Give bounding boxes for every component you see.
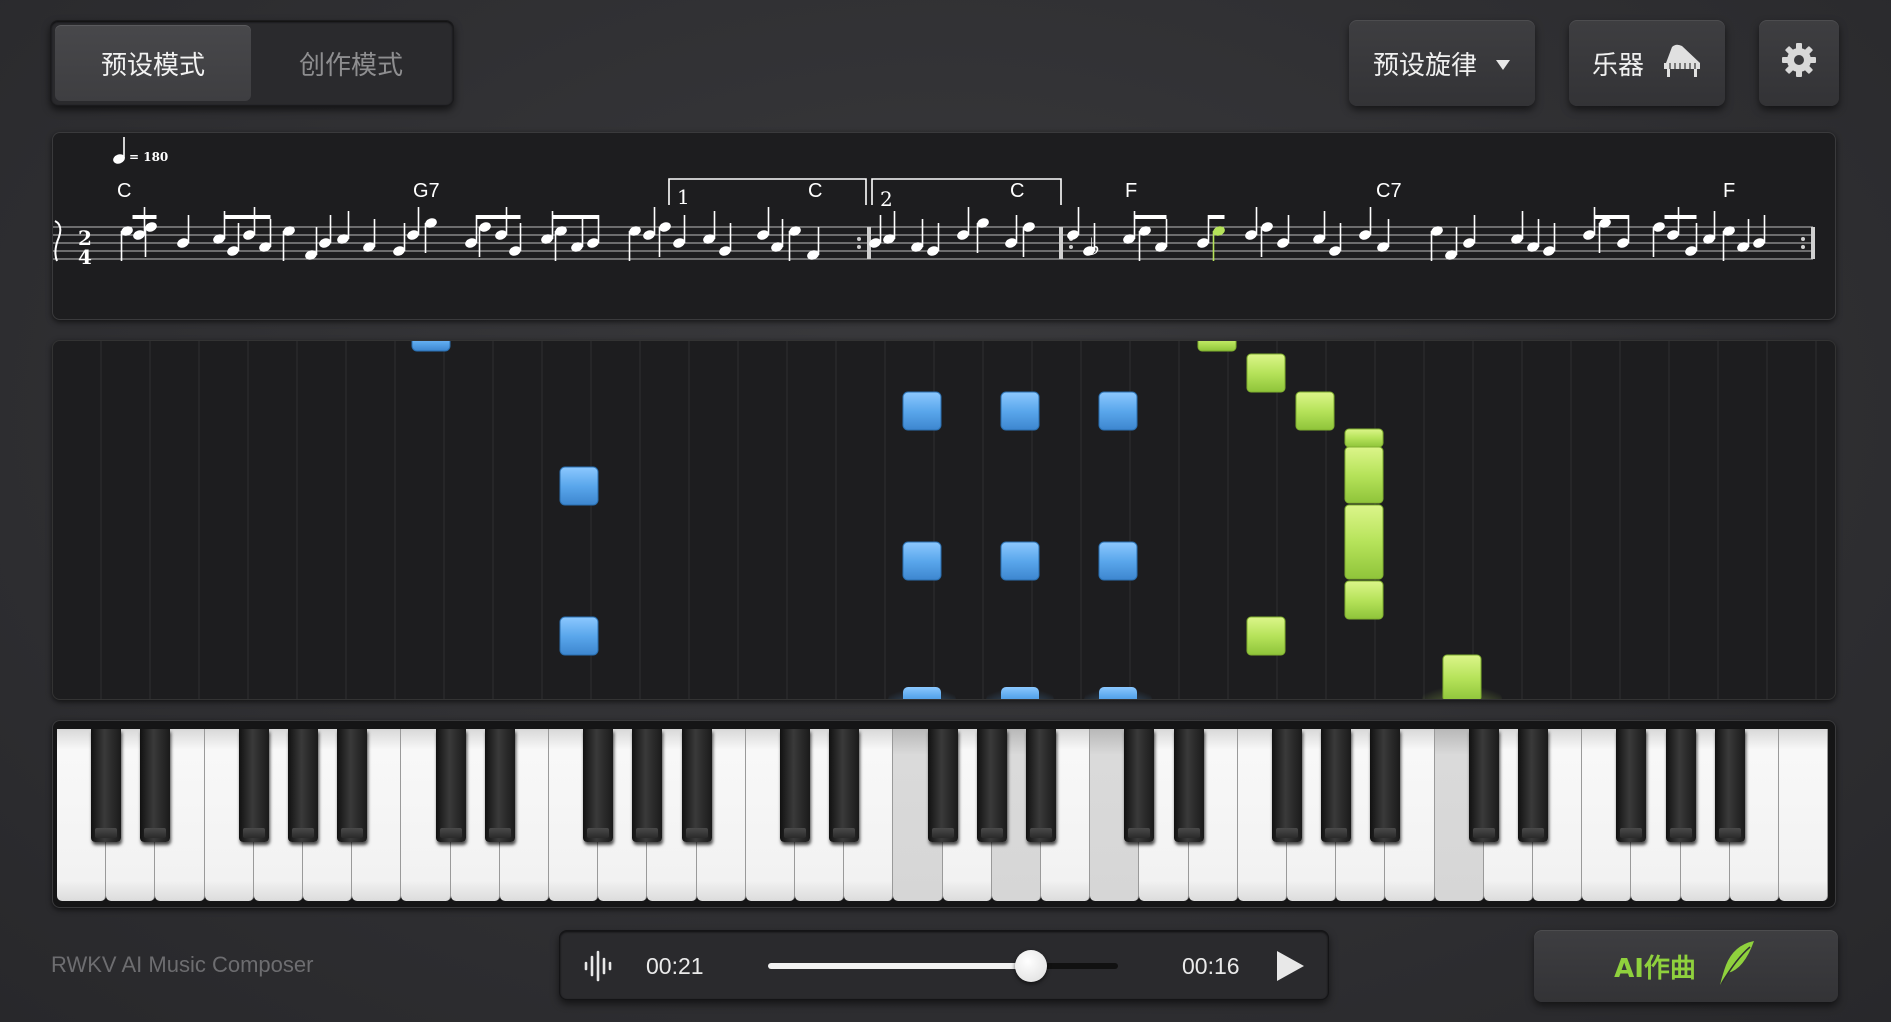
black-key[interactable]: [91, 729, 122, 842]
piano-keyboard[interactable]: [52, 720, 1836, 908]
roll-note-blue: [1098, 541, 1138, 581]
black-key[interactable]: [435, 729, 466, 842]
play-icon[interactable]: [1274, 949, 1306, 987]
chord-label: C: [808, 180, 822, 202]
roll-note-green: [1344, 504, 1384, 580]
roll-note-blue: [902, 541, 942, 581]
black-key[interactable]: [1370, 729, 1401, 842]
waveform-icon[interactable]: [582, 949, 616, 987]
black-key[interactable]: [1026, 729, 1056, 842]
instrument-label: 乐器: [1591, 50, 1644, 81]
roll-note-blue: [559, 616, 599, 656]
roll-note-green: [1344, 580, 1384, 620]
roll-note-blue: [411, 341, 451, 352]
black-key[interactable]: [780, 729, 810, 842]
roll-note-blue: [902, 391, 942, 431]
volta-number: 2: [880, 187, 893, 211]
roll-note-blue: [1000, 391, 1040, 431]
tab-preset-mode[interactable]: 预设模式: [55, 25, 251, 101]
black-key[interactable]: [1321, 729, 1352, 842]
sheet-music-panel: = 180 C G7 C C F C7 F 1 2 2 4: [52, 132, 1836, 320]
roll-note-green: [1344, 428, 1384, 448]
roll-note-green: [1344, 446, 1384, 504]
black-key[interactable]: [140, 729, 171, 842]
triangle-down-icon: [1495, 48, 1511, 78]
black-key[interactable]: [1173, 729, 1204, 842]
roll-note-green: [1246, 616, 1286, 656]
preset-melody-dropdown[interactable]: 预设旋律: [1349, 20, 1535, 106]
progress-track[interactable]: [768, 950, 1118, 982]
remaining-time: 00:16: [1182, 953, 1240, 979]
roll-note-blue: [903, 687, 941, 699]
progress-thumb[interactable]: [1014, 950, 1047, 982]
roll-note-blue: [1000, 541, 1040, 581]
roll-note-green: [1197, 341, 1237, 352]
chord-label: C7: [1376, 180, 1402, 202]
black-key[interactable]: [1616, 729, 1647, 842]
roll-note-green: [1246, 353, 1286, 393]
black-key[interactable]: [1272, 729, 1302, 842]
black-key[interactable]: [829, 729, 860, 842]
instrument-button[interactable]: 乐器: [1569, 20, 1725, 106]
progress-fill: [768, 963, 1031, 969]
ai-compose-button[interactable]: AI作曲: [1534, 930, 1838, 1002]
roll-note-blue: [1098, 391, 1138, 431]
app-brand: RWKV AI Music Composer: [51, 952, 314, 977]
piano-roll: [52, 340, 1836, 700]
chord-label: F: [1125, 180, 1137, 202]
playback-bar: 00:21 00:16: [559, 930, 1329, 1000]
grand-piano-icon: [1662, 43, 1702, 84]
preset-melody-label: 预设旋律: [1372, 50, 1477, 81]
black-key[interactable]: [1518, 729, 1548, 842]
roll-gridlines: [100, 341, 1817, 699]
current-time: 00:21: [646, 953, 704, 979]
black-key[interactable]: [288, 729, 318, 842]
black-key[interactable]: [632, 729, 663, 842]
tempo-text: = 180: [129, 150, 168, 164]
roll-note-green: [1442, 654, 1482, 699]
settings-button[interactable]: [1759, 20, 1839, 106]
black-key[interactable]: [484, 729, 515, 842]
chord-label: C: [1010, 180, 1024, 202]
sheet-music: = 180 C G7 C C F C7 F 1 2 2 4: [53, 137, 1815, 269]
chord-label: C: [117, 180, 131, 202]
roll-note-green: [1295, 391, 1335, 431]
roll-notes: [411, 341, 1502, 699]
tempo-mark: = 180: [113, 137, 168, 164]
black-key[interactable]: [1124, 729, 1155, 842]
chord-label: G7: [413, 180, 440, 202]
ai-compose-label: AI作曲: [1614, 953, 1696, 984]
roll-note-blue: [1099, 687, 1137, 699]
black-key[interactable]: [927, 729, 958, 842]
feather-quill-icon: [1714, 939, 1758, 994]
black-key[interactable]: [337, 729, 368, 842]
black-key[interactable]: [1665, 729, 1696, 842]
volta-bracket-1: [668, 178, 867, 205]
black-key[interactable]: [238, 729, 269, 842]
white-key[interactable]: [1779, 729, 1829, 901]
volta-bracket-2: [871, 178, 1062, 205]
black-key[interactable]: [1468, 729, 1499, 842]
volta-number: 1: [677, 185, 690, 209]
roll-note-blue: [559, 466, 599, 506]
roll-note-blue: [1001, 687, 1039, 699]
chord-label: F: [1723, 180, 1735, 202]
notes: [120, 207, 1766, 261]
black-key[interactable]: [583, 729, 614, 842]
time-signature-bottom: 4: [78, 245, 92, 269]
piano-roll-grid: [100, 341, 1817, 699]
tab-create-mode[interactable]: 创作模式: [253, 25, 449, 101]
mode-toggle: 预设模式 创作模式: [50, 20, 454, 106]
gear-icon: [1779, 40, 1819, 87]
black-key[interactable]: [681, 729, 712, 842]
black-key[interactable]: [1714, 729, 1745, 842]
black-key[interactable]: [976, 729, 1007, 842]
